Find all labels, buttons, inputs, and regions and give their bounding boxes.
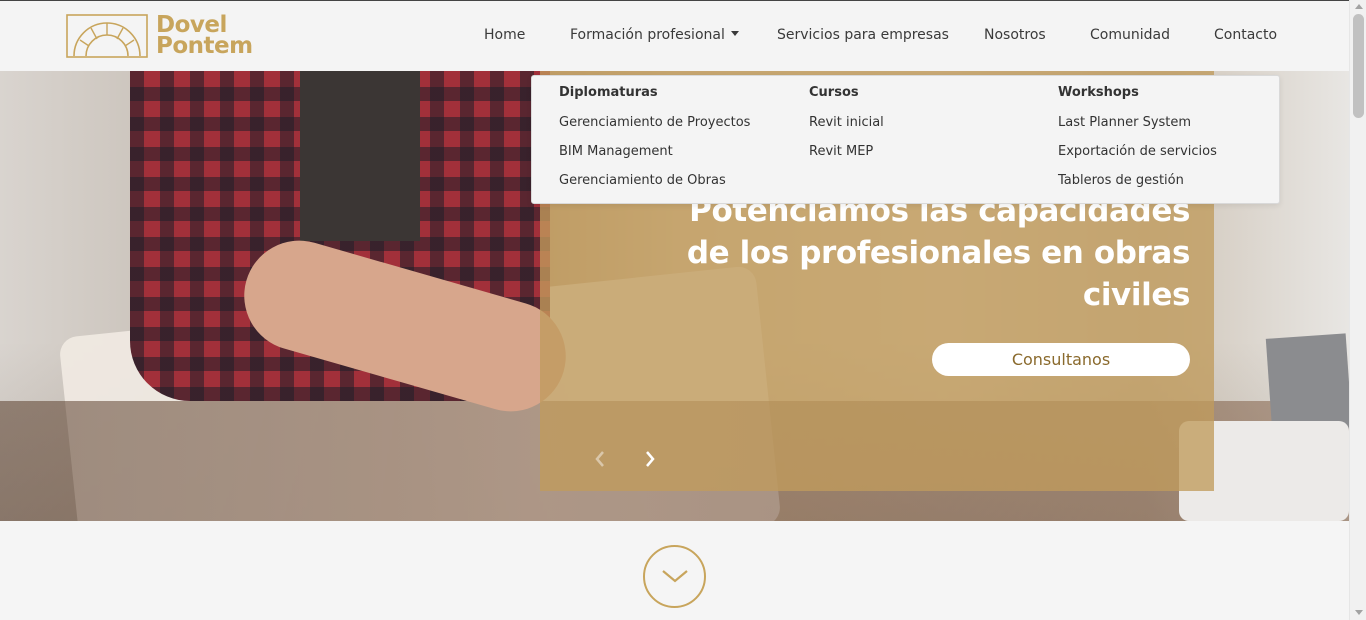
hero-photo-tablet (1265, 333, 1349, 434)
page-scrollbar[interactable] (1349, 0, 1366, 620)
nav-comunidad[interactable]: Comunidad (1090, 27, 1170, 43)
dropdown-item-tableros-gestion[interactable]: Tableros de gestión (1058, 173, 1184, 188)
scroll-down-button[interactable] (643, 545, 706, 608)
dropdown-heading-workshops: Workshops (1058, 85, 1139, 100)
chevron-down-icon (662, 570, 688, 583)
site-header: Dovel Pontem Home Formación profesional … (0, 0, 1349, 71)
dropdown-item-exportacion-servicios[interactable]: Exportación de servicios (1058, 144, 1217, 159)
scroll-down-arrow-icon[interactable] (1355, 610, 1363, 615)
nav-nosotros[interactable]: Nosotros (984, 27, 1046, 43)
dropdown-item-revit-inicial[interactable]: Revit inicial (809, 115, 884, 130)
main-nav: Home Formación profesional Servicios par… (0, 27, 1349, 47)
scroll-up-arrow-icon[interactable] (1355, 4, 1363, 9)
hero-title-line-3: civiles (1082, 277, 1191, 313)
caret-down-icon (730, 31, 739, 36)
scrollbar-thumb[interactable] (1353, 14, 1364, 118)
formacion-dropdown-menu: Diplomaturas Gerenciamiento de Proyectos… (531, 75, 1280, 204)
chevron-right-icon (646, 451, 655, 467)
dropdown-item-gerenciamiento-obras[interactable]: Gerenciamiento de Obras (559, 173, 726, 188)
dropdown-item-gerenciamiento-proyectos[interactable]: Gerenciamiento de Proyectos (559, 115, 750, 130)
page: Potenciamos las capacidades de los profe… (0, 0, 1366, 620)
dropdown-item-revit-mep[interactable]: Revit MEP (809, 144, 873, 159)
nav-formacion-profesional[interactable]: Formación profesional (570, 27, 739, 43)
carousel-next-button[interactable] (644, 450, 656, 473)
hero-title: Potenciamos las capacidades de los profe… (600, 190, 1191, 316)
nav-contacto[interactable]: Contacto (1214, 27, 1277, 43)
hero-photo-tshirt (300, 71, 420, 241)
nav-formacion-label: Formación profesional (570, 27, 725, 43)
nav-home[interactable]: Home (484, 27, 525, 43)
dropdown-heading-cursos: Cursos (809, 85, 859, 100)
dropdown-item-bim-management[interactable]: BIM Management (559, 144, 673, 159)
nav-servicios-para-empresas[interactable]: Servicios para empresas (777, 27, 949, 43)
dropdown-item-last-planner[interactable]: Last Planner System (1058, 115, 1191, 130)
hero-title-line-2: de los profesionales en obras (686, 235, 1191, 271)
dropdown-heading-diplomaturas: Diplomaturas (559, 85, 658, 100)
carousel-prev-button[interactable] (594, 450, 606, 473)
chevron-left-icon (595, 451, 604, 467)
consultanos-button[interactable]: Consultanos (932, 343, 1190, 376)
